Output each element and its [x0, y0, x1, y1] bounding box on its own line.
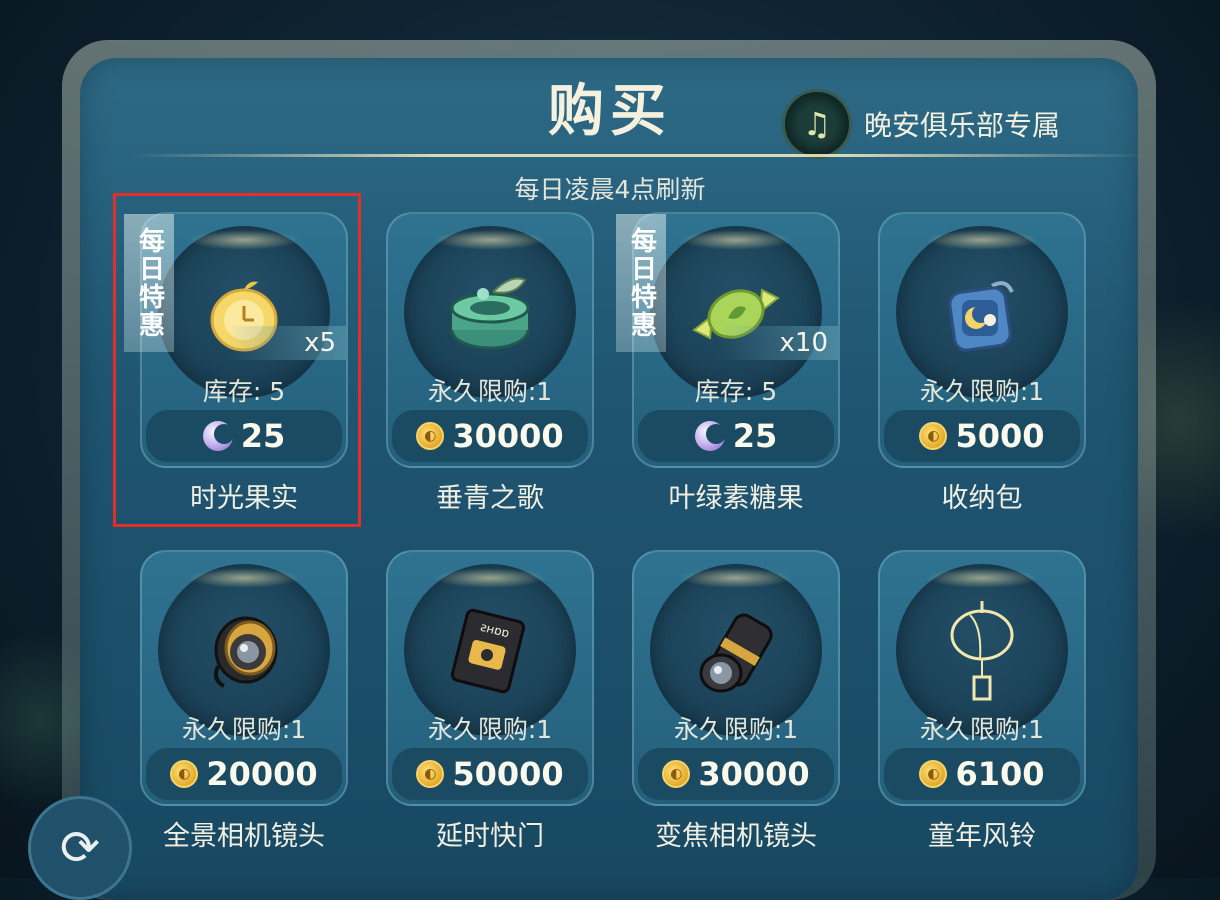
item-price: 5000: [955, 417, 1045, 455]
price-pill: ◐ 20000: [146, 748, 342, 800]
item-name: 变焦相机镜头: [655, 821, 817, 852]
price-pill: ◐ 50000: [392, 748, 588, 800]
title-divider: [128, 154, 1148, 157]
item-name: 垂青之歌: [436, 483, 544, 514]
coin-currency-icon: ◐: [416, 760, 445, 788]
item-limit: 永久限购:1: [919, 715, 1045, 744]
music-note-icon: ♫: [782, 89, 852, 159]
coin-currency-icon: ◐: [919, 422, 948, 450]
music-box-icon: [442, 266, 538, 362]
storage-bag-icon: [934, 266, 1030, 362]
item-price: 30000: [698, 755, 810, 793]
item-limit: 永久限购:1: [673, 715, 799, 744]
timelapse-book-icon: ƨʜɒɒ: [442, 604, 538, 700]
price-pill: ◐ 30000: [638, 748, 834, 800]
price-pill: ◐ 6100: [884, 748, 1080, 800]
price-pill: ◐ 5000: [884, 410, 1080, 462]
zoom-lens-icon: [688, 604, 784, 700]
shop-item-card[interactable]: 永久限购:1 ◐ 30000: [386, 212, 594, 468]
wind-chime-icon: [934, 601, 1030, 701]
item-price: 25: [732, 417, 778, 455]
coin-currency-icon: ◐: [416, 422, 445, 450]
item-qty: x10: [779, 328, 828, 358]
club-label: 晚安俱乐部专属: [864, 109, 1061, 142]
coin-currency-icon: ◐: [919, 760, 948, 788]
price-pill: ◐ 30000: [392, 410, 588, 462]
item-limit: 永久限购:1: [427, 715, 553, 744]
shop-item-card[interactable]: ƨʜɒɒ 永久限购:1 ◐ 50000: [386, 550, 594, 806]
item-name: 收纳包: [941, 483, 1023, 514]
coin-currency-icon: ◐: [662, 760, 691, 788]
item-limit: 库存: 5: [694, 377, 778, 406]
item-price: 6100: [955, 755, 1045, 793]
refresh-icon[interactable]: ⟳: [28, 796, 132, 900]
moon-currency-icon: [694, 421, 726, 451]
item-limit: 永久限购:1: [919, 377, 1045, 406]
item-limit: 永久限购:1: [427, 377, 553, 406]
item-price: 30000: [452, 417, 564, 455]
shop-item-card[interactable]: 永久限购:1 ◐ 30000: [632, 550, 840, 806]
item-name: 童年风铃: [928, 821, 1036, 852]
shop-item-card[interactable]: 永久限购:1 ◐ 6100: [878, 550, 1086, 806]
item-name: 全景相机镜头: [163, 821, 325, 852]
coin-currency-icon: ◐: [170, 760, 199, 788]
selected-item-highlight: [113, 193, 361, 527]
item-price: 50000: [452, 755, 564, 793]
shop-item-card[interactable]: 永久限购:1 ◐ 5000: [878, 212, 1086, 468]
shop-item-card[interactable]: 永久限购:1 ◐ 20000: [140, 550, 348, 806]
panorama-lens-icon: [196, 604, 292, 700]
item-limit: 永久限购:1: [181, 715, 307, 744]
daily-deal-tag: 每日特惠: [616, 214, 666, 352]
item-name: 叶绿素糖果: [668, 483, 804, 514]
item-name: 延时快门: [436, 821, 544, 852]
item-price: 20000: [206, 755, 318, 793]
price-pill: 25: [638, 410, 834, 462]
